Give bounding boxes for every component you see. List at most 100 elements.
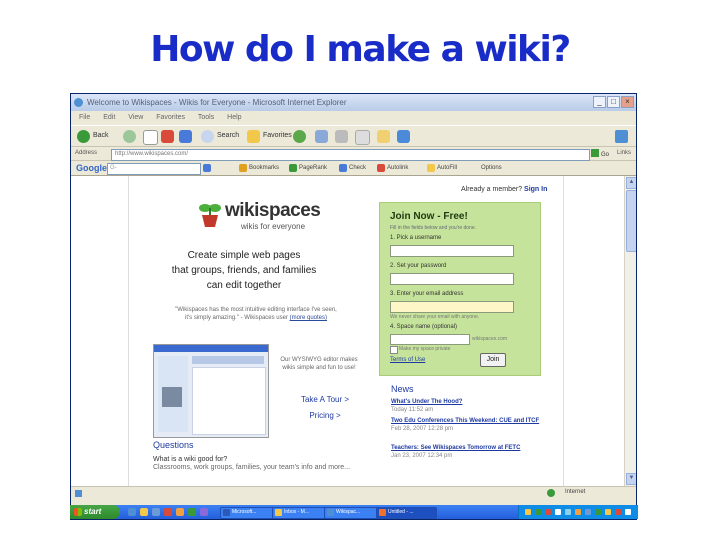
sign-in-link[interactable]: Sign In bbox=[524, 186, 547, 193]
back-icon[interactable] bbox=[77, 130, 90, 143]
favorites-icon[interactable] bbox=[247, 130, 260, 143]
private-checkbox[interactable] bbox=[390, 346, 398, 354]
home-icon[interactable] bbox=[179, 130, 192, 143]
google-autolink[interactable]: Autolink bbox=[387, 165, 408, 171]
quicklaunch-media-icon[interactable] bbox=[176, 508, 184, 516]
terms-of-use-link[interactable]: Terms of Use bbox=[390, 357, 425, 363]
inbox-icon bbox=[275, 509, 282, 516]
question-item: What is a wiki good for? Classrooms, wor… bbox=[153, 456, 363, 472]
tray-icon-9[interactable] bbox=[605, 509, 611, 515]
edit-icon[interactable] bbox=[355, 130, 370, 145]
news-item-date: Today 11:52 am bbox=[391, 407, 434, 413]
autolink-icon[interactable] bbox=[377, 164, 385, 172]
messenger-icon[interactable] bbox=[397, 130, 410, 143]
menu-tools[interactable]: Tools bbox=[198, 114, 214, 121]
taskbar-label: Inbox - M... bbox=[284, 509, 310, 515]
take-tour-link[interactable]: Take A Tour > bbox=[275, 392, 375, 408]
menu-edit[interactable]: Edit bbox=[103, 114, 115, 121]
taskbar-label: Microsoft... bbox=[232, 509, 257, 515]
forward-icon[interactable] bbox=[123, 130, 136, 143]
maximize-button[interactable]: □ bbox=[607, 96, 620, 108]
news-item-title[interactable]: Teachers: See Wikispaces Tomorrow at FET… bbox=[391, 445, 520, 451]
start-button[interactable]: start bbox=[70, 505, 120, 519]
scroll-thumb[interactable] bbox=[626, 190, 636, 252]
quicklaunch-folder-icon[interactable] bbox=[140, 508, 148, 516]
bookmarks-icon[interactable] bbox=[239, 164, 247, 172]
more-quotes-link[interactable]: (more quotes) bbox=[290, 315, 327, 321]
news-item: What's Under The Hood? Today 11:52 am bbox=[391, 398, 561, 414]
menu-favorites[interactable]: Favorites bbox=[156, 114, 185, 121]
address-label: Address bbox=[75, 150, 98, 156]
quicklaunch-app-icon[interactable] bbox=[164, 508, 172, 516]
join-button[interactable]: Join bbox=[480, 353, 506, 367]
print-icon[interactable] bbox=[335, 130, 348, 143]
address-input[interactable]: http://www.wikispaces.com/ bbox=[111, 149, 590, 161]
history-icon[interactable] bbox=[293, 130, 306, 143]
check-icon[interactable] bbox=[339, 164, 347, 172]
pagerank-icon[interactable] bbox=[289, 164, 297, 172]
taskbar-label: Untitled - ... bbox=[388, 509, 414, 515]
google-options[interactable]: Options bbox=[481, 165, 502, 171]
username-field[interactable] bbox=[390, 245, 514, 257]
go-button[interactable]: Go bbox=[591, 149, 613, 159]
discuss-icon[interactable] bbox=[377, 130, 390, 143]
wikispaces-logo-text: wikispaces bbox=[225, 200, 321, 221]
scroll-down-icon[interactable]: ▼ bbox=[626, 473, 636, 485]
start-label: start bbox=[84, 507, 102, 516]
close-button[interactable]: × bbox=[621, 96, 634, 108]
tray-icon-11[interactable] bbox=[625, 509, 631, 515]
question-1[interactable]: What is a wiki good for? bbox=[153, 456, 363, 464]
minimize-button[interactable]: _ bbox=[593, 96, 606, 108]
tray-icon-5[interactable] bbox=[565, 509, 571, 515]
google-go-icon[interactable] bbox=[203, 164, 211, 172]
favorites-button-label[interactable]: Favorites bbox=[263, 132, 292, 139]
scroll-up-icon[interactable]: ▲ bbox=[626, 177, 636, 189]
tray-icon-4[interactable] bbox=[555, 509, 561, 515]
editor-screenshot bbox=[153, 344, 269, 438]
menu-help[interactable]: Help bbox=[227, 114, 241, 121]
google-pagerank[interactable]: PageRank bbox=[299, 165, 327, 171]
email-field[interactable] bbox=[390, 301, 514, 313]
user-quote: "Wikispaces has the most intuitive editi… bbox=[171, 306, 341, 322]
tray-icon-3[interactable] bbox=[545, 509, 551, 515]
window-titlebar[interactable]: Welcome to Wikispaces - Wikis for Everyo… bbox=[71, 94, 636, 111]
google-bookmarks[interactable]: Bookmarks bbox=[249, 165, 279, 171]
back-button-label[interactable]: Back bbox=[93, 132, 109, 139]
links-label[interactable]: Links bbox=[617, 150, 631, 156]
taskbar: start Microsoft... Inbox - M... Wikispac… bbox=[70, 505, 638, 519]
quicklaunch-desktop-icon[interactable] bbox=[152, 508, 160, 516]
taskbar-button-untitled[interactable]: Untitled - ... bbox=[376, 507, 437, 519]
tray-icon-8[interactable] bbox=[595, 509, 601, 515]
google-autofill[interactable]: AutoFill bbox=[437, 165, 457, 171]
password-field[interactable] bbox=[390, 273, 514, 285]
address-bar: Address http://www.wikispaces.com/ Go Li… bbox=[71, 147, 636, 161]
search-icon[interactable] bbox=[201, 130, 214, 143]
password-label: 2. Set your password bbox=[390, 263, 447, 269]
space-name-field[interactable] bbox=[390, 334, 470, 345]
stop-icon[interactable] bbox=[143, 130, 158, 145]
pricing-link[interactable]: Pricing > bbox=[275, 408, 375, 424]
headline-line-2: that groups, friends, and families bbox=[171, 265, 317, 276]
vertical-scrollbar[interactable]: ▲ ▼ bbox=[624, 176, 636, 486]
tray-icon-1[interactable] bbox=[525, 509, 531, 515]
menu-file[interactable]: File bbox=[79, 114, 90, 121]
news-item-title[interactable]: What's Under The Hood? bbox=[391, 399, 462, 405]
news-item-title[interactable]: Two Edu Conferences This Weekend: CUE an… bbox=[391, 418, 539, 424]
tray-icon-2[interactable] bbox=[535, 509, 541, 515]
autofill-icon[interactable] bbox=[427, 164, 435, 172]
menu-view[interactable]: View bbox=[128, 114, 143, 121]
quicklaunch-misc-icon[interactable] bbox=[200, 508, 208, 516]
tray-icon-6[interactable] bbox=[575, 509, 581, 515]
tray-icon-10[interactable] bbox=[615, 509, 621, 515]
quicklaunch-ie-icon[interactable] bbox=[128, 508, 136, 516]
ie-taskbar-icon bbox=[327, 509, 334, 516]
refresh-icon[interactable] bbox=[161, 130, 174, 143]
google-check[interactable]: Check bbox=[349, 165, 366, 171]
headline: Create simple web pages that groups, fri… bbox=[149, 248, 339, 293]
quicklaunch-chat-icon[interactable] bbox=[188, 508, 196, 516]
search-button-label[interactable]: Search bbox=[217, 132, 239, 139]
mail-icon[interactable] bbox=[315, 130, 328, 143]
google-search-input[interactable]: G- bbox=[107, 163, 201, 175]
windows-logo-icon bbox=[615, 130, 628, 143]
tray-icon-7[interactable] bbox=[585, 509, 591, 515]
